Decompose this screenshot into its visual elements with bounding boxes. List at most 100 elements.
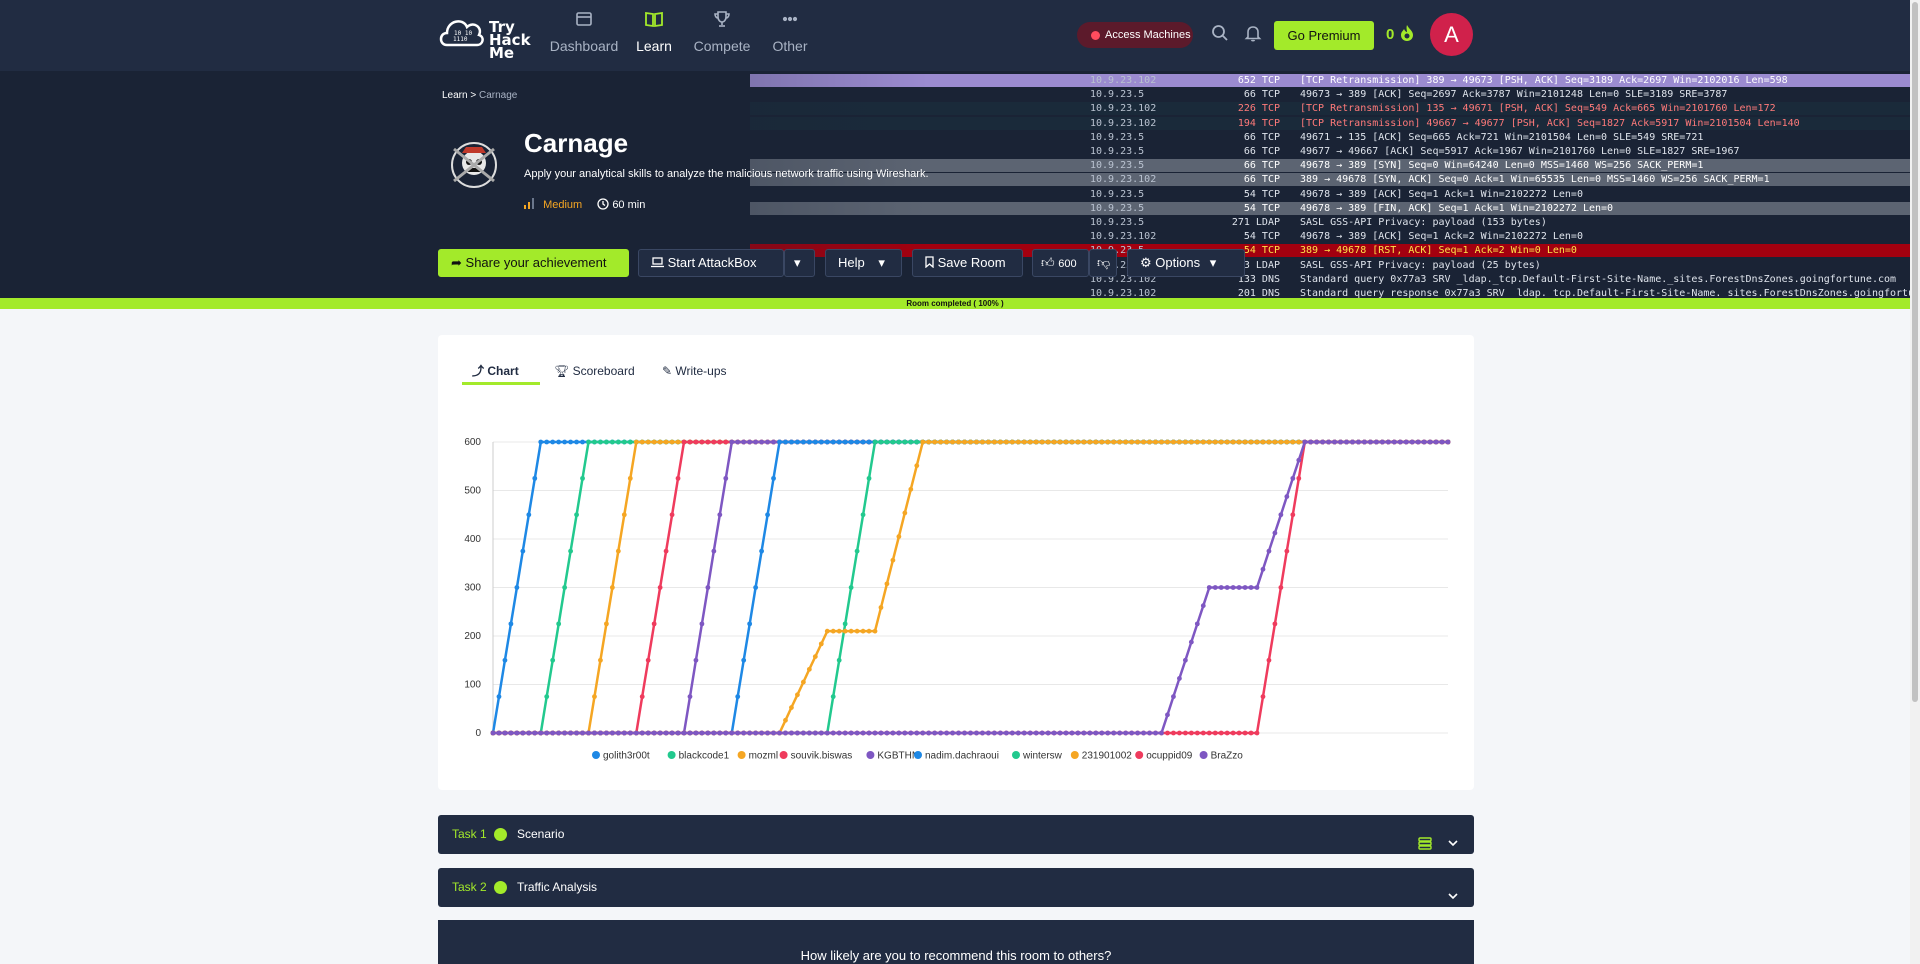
data-point <box>842 730 848 736</box>
task-2-accordion[interactable]: Task 2 Traffic Analysis <box>438 868 1474 907</box>
data-point <box>795 439 800 445</box>
share-achievement-button[interactable]: ➦ Share your achievement <box>438 249 629 277</box>
data-point <box>651 621 657 627</box>
help-button[interactable]: Help ▾ <box>825 249 902 277</box>
data-point <box>1200 439 1206 445</box>
data-point <box>669 512 675 518</box>
data-point <box>580 475 585 481</box>
data-point <box>783 730 788 736</box>
data-point <box>1284 494 1290 499</box>
data-point <box>1344 439 1349 445</box>
data-point <box>980 439 985 445</box>
data-point <box>836 730 842 736</box>
data-point <box>914 439 920 445</box>
data-point <box>1212 439 1218 445</box>
data-point <box>795 692 800 698</box>
options-button[interactable]: ⚙ Options ▾ <box>1127 249 1245 277</box>
data-point <box>562 730 568 736</box>
duration-label: 60 min <box>612 199 646 211</box>
data-point <box>884 730 890 736</box>
data-point <box>1129 439 1135 445</box>
data-point <box>771 475 776 481</box>
page-scrollbar[interactable] <box>1910 0 1920 964</box>
breadcrumb-learn[interactable]: Learn <box>442 90 468 101</box>
layers-icon[interactable] <box>1418 827 1432 866</box>
data-point <box>639 439 645 445</box>
data-point <box>705 730 711 736</box>
go-premium-button[interactable]: Go Premium <box>1274 21 1374 50</box>
search-icon[interactable] <box>1211 24 1229 47</box>
packet-length: 194 TCP <box>1237 117 1280 129</box>
task-1-accordion[interactable]: Task 1 Scenario <box>438 815 1474 854</box>
data-point <box>615 730 621 736</box>
data-point <box>639 730 645 736</box>
data-point <box>866 730 872 736</box>
chart-card: ⤴ Chart 🏆︎ Scoreboard ✎ Write-ups 0 100 20… <box>438 335 1474 790</box>
access-machines-label: Access Machines <box>1105 29 1191 41</box>
data-point <box>621 439 627 445</box>
data-point <box>997 730 1003 736</box>
bell-icon[interactable] <box>1244 24 1262 47</box>
data-point <box>663 548 669 554</box>
data-point <box>1272 439 1278 445</box>
data-point <box>1105 439 1111 445</box>
data-point <box>1206 439 1212 445</box>
difficulty-label: Medium <box>543 199 583 211</box>
data-point <box>735 694 741 700</box>
data-point <box>890 439 896 445</box>
data-point <box>1153 439 1158 445</box>
data-point <box>920 439 926 445</box>
like-button[interactable]: 👍︎ 600 <box>1032 249 1089 277</box>
scrollbar-thumb[interactable] <box>1912 2 1918 702</box>
data-point <box>717 439 723 445</box>
chevron-down-icon[interactable] <box>1446 880 1460 919</box>
task-1-title: Scenario <box>517 827 565 841</box>
y-tick-label: 0 <box>475 728 481 739</box>
access-machines-button[interactable]: Access Machines <box>1077 22 1193 48</box>
data-point <box>1141 439 1146 445</box>
tryhackme-logo[interactable]: 10 10 1110 Try Hack Me <box>437 7 532 63</box>
data-point <box>1338 439 1343 445</box>
data-point <box>627 730 633 736</box>
help-label: Help <box>838 255 865 270</box>
bookmark-icon <box>925 251 934 277</box>
avatar[interactable]: A <box>1430 13 1473 56</box>
data-point <box>520 730 526 736</box>
data-point <box>968 730 973 736</box>
data-point <box>687 730 693 736</box>
data-point <box>926 439 932 445</box>
data-point <box>1182 730 1188 736</box>
data-point <box>1278 512 1284 518</box>
data-point <box>1147 439 1152 445</box>
data-point <box>1021 439 1027 445</box>
data-point <box>1302 439 1308 445</box>
save-room-button[interactable]: Save Room <box>912 249 1023 277</box>
y-tick-label: 500 <box>464 486 481 497</box>
data-point <box>908 486 914 492</box>
data-point <box>962 730 967 736</box>
nav-learn-label: Learn <box>636 38 672 54</box>
data-point <box>1236 439 1242 445</box>
nav-other[interactable]: Other <box>750 10 830 54</box>
legend-marker <box>1012 751 1020 759</box>
data-point <box>693 730 699 736</box>
data-point <box>914 730 920 736</box>
nav-dashboard[interactable]: Dashboard <box>544 10 624 54</box>
data-point <box>765 512 770 518</box>
data-point <box>598 439 603 445</box>
data-point <box>586 730 591 736</box>
attackbox-dropdown-button[interactable]: ▾ <box>784 249 815 277</box>
data-point <box>1015 439 1021 445</box>
data-point <box>759 439 764 445</box>
legend-label: BraZzo <box>1211 751 1244 762</box>
packet-length: 54 TCP <box>1243 202 1280 214</box>
data-point <box>604 621 609 627</box>
packet-info: Standard query 0x77a3 SRV _ldap._tcp.Def… <box>1300 273 1897 285</box>
start-attackbox-button[interactable]: Start AttackBox <box>638 249 784 277</box>
data-point <box>956 730 961 736</box>
data-point <box>753 585 759 590</box>
chevron-down-icon[interactable] <box>1446 827 1460 866</box>
streak-counter[interactable]: 0 <box>1386 24 1415 46</box>
data-point <box>645 439 651 445</box>
dislike-button[interactable]: 👎︎ <box>1089 249 1117 277</box>
